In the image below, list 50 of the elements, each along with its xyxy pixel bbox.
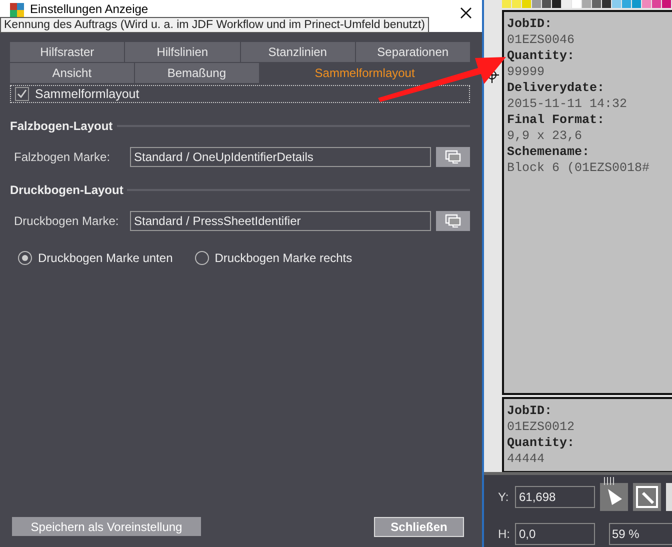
windows-icon xyxy=(445,214,461,228)
y-field[interactable]: 61,698 xyxy=(515,486,595,508)
tab[interactable]: Ansicht xyxy=(10,63,134,83)
job-field-value: 01EZS0012 xyxy=(507,419,576,435)
tab[interactable]: Hilfsraster xyxy=(10,42,124,62)
resize-grip-icon[interactable] xyxy=(604,477,614,485)
job-field-label: Schemename: xyxy=(507,144,591,160)
section-title: Druckbogen-Layout xyxy=(10,183,124,197)
job-field-value: 01EZS0046 xyxy=(507,32,576,48)
close-button[interactable]: Schließen xyxy=(374,517,464,537)
h-field[interactable]: 0,0 xyxy=(515,523,595,545)
close-icon[interactable] xyxy=(460,7,472,19)
zoom-field[interactable]: 59 % xyxy=(609,523,672,545)
field-label: Druckbogen Marke: xyxy=(14,214,120,228)
tab[interactable]: Hilfslinien xyxy=(125,42,240,62)
tab[interactable]: Separationen xyxy=(356,42,470,62)
job-field-label: Final Format: xyxy=(507,112,606,128)
input-field[interactable]: Standard / OneUpIdentifierDetails xyxy=(130,147,431,167)
h-label: H: xyxy=(498,527,510,541)
job-field-label: Quantity: xyxy=(507,435,576,451)
radio-label[interactable]: Druckbogen Marke unten xyxy=(38,251,173,265)
section-title: Falzbogen-Layout xyxy=(10,119,113,133)
job-field-value: 2015-11-11 14:32 xyxy=(507,96,628,112)
job-field-label: JobID: xyxy=(507,16,554,32)
job-field-label: Deliverydate: xyxy=(507,80,606,96)
frame-tool-icon[interactable] xyxy=(633,483,661,511)
radio-button[interactable] xyxy=(194,251,209,265)
job-field-value: 99999 xyxy=(507,64,546,80)
field-label: Falzbogen Marke: xyxy=(14,150,112,164)
radio-button[interactable] xyxy=(18,251,32,265)
job-field-label: Quantity: xyxy=(507,48,576,64)
tab[interactable]: Stanzlinien xyxy=(240,42,355,62)
windows-icon xyxy=(445,150,461,164)
browse-button[interactable] xyxy=(436,211,470,231)
browse-button[interactable] xyxy=(436,147,470,167)
job-field-value: 44444 xyxy=(507,451,546,467)
tab[interactable]: Bemaßung xyxy=(134,63,259,83)
save-preset-button[interactable]: Speichern als Voreinstellung xyxy=(12,517,201,536)
job-field-label: JobID: xyxy=(507,403,554,419)
job-field-value: Block 6 (01EZS0018# xyxy=(507,160,651,176)
checkbox-label[interactable]: Sammelformlayout xyxy=(35,87,140,101)
checkbox[interactable] xyxy=(15,87,29,101)
window-title: Einstellungen Anzeige xyxy=(30,2,148,17)
job-field-value: 9,9 x 23,6 xyxy=(507,128,584,144)
tooltip: Kennung des Auftrags (Wird u. a. im JDF Workflow und im Prinect-Umfeld benutzt) xyxy=(0,17,429,33)
radio-label[interactable]: Druckbogen Marke rechts xyxy=(214,251,352,265)
y-label: Y: xyxy=(498,490,510,504)
input-field[interactable]: Standard / PressSheetIdentifier xyxy=(130,211,431,231)
pointer-tool-icon[interactable] xyxy=(600,483,628,511)
app-icon xyxy=(10,3,24,17)
